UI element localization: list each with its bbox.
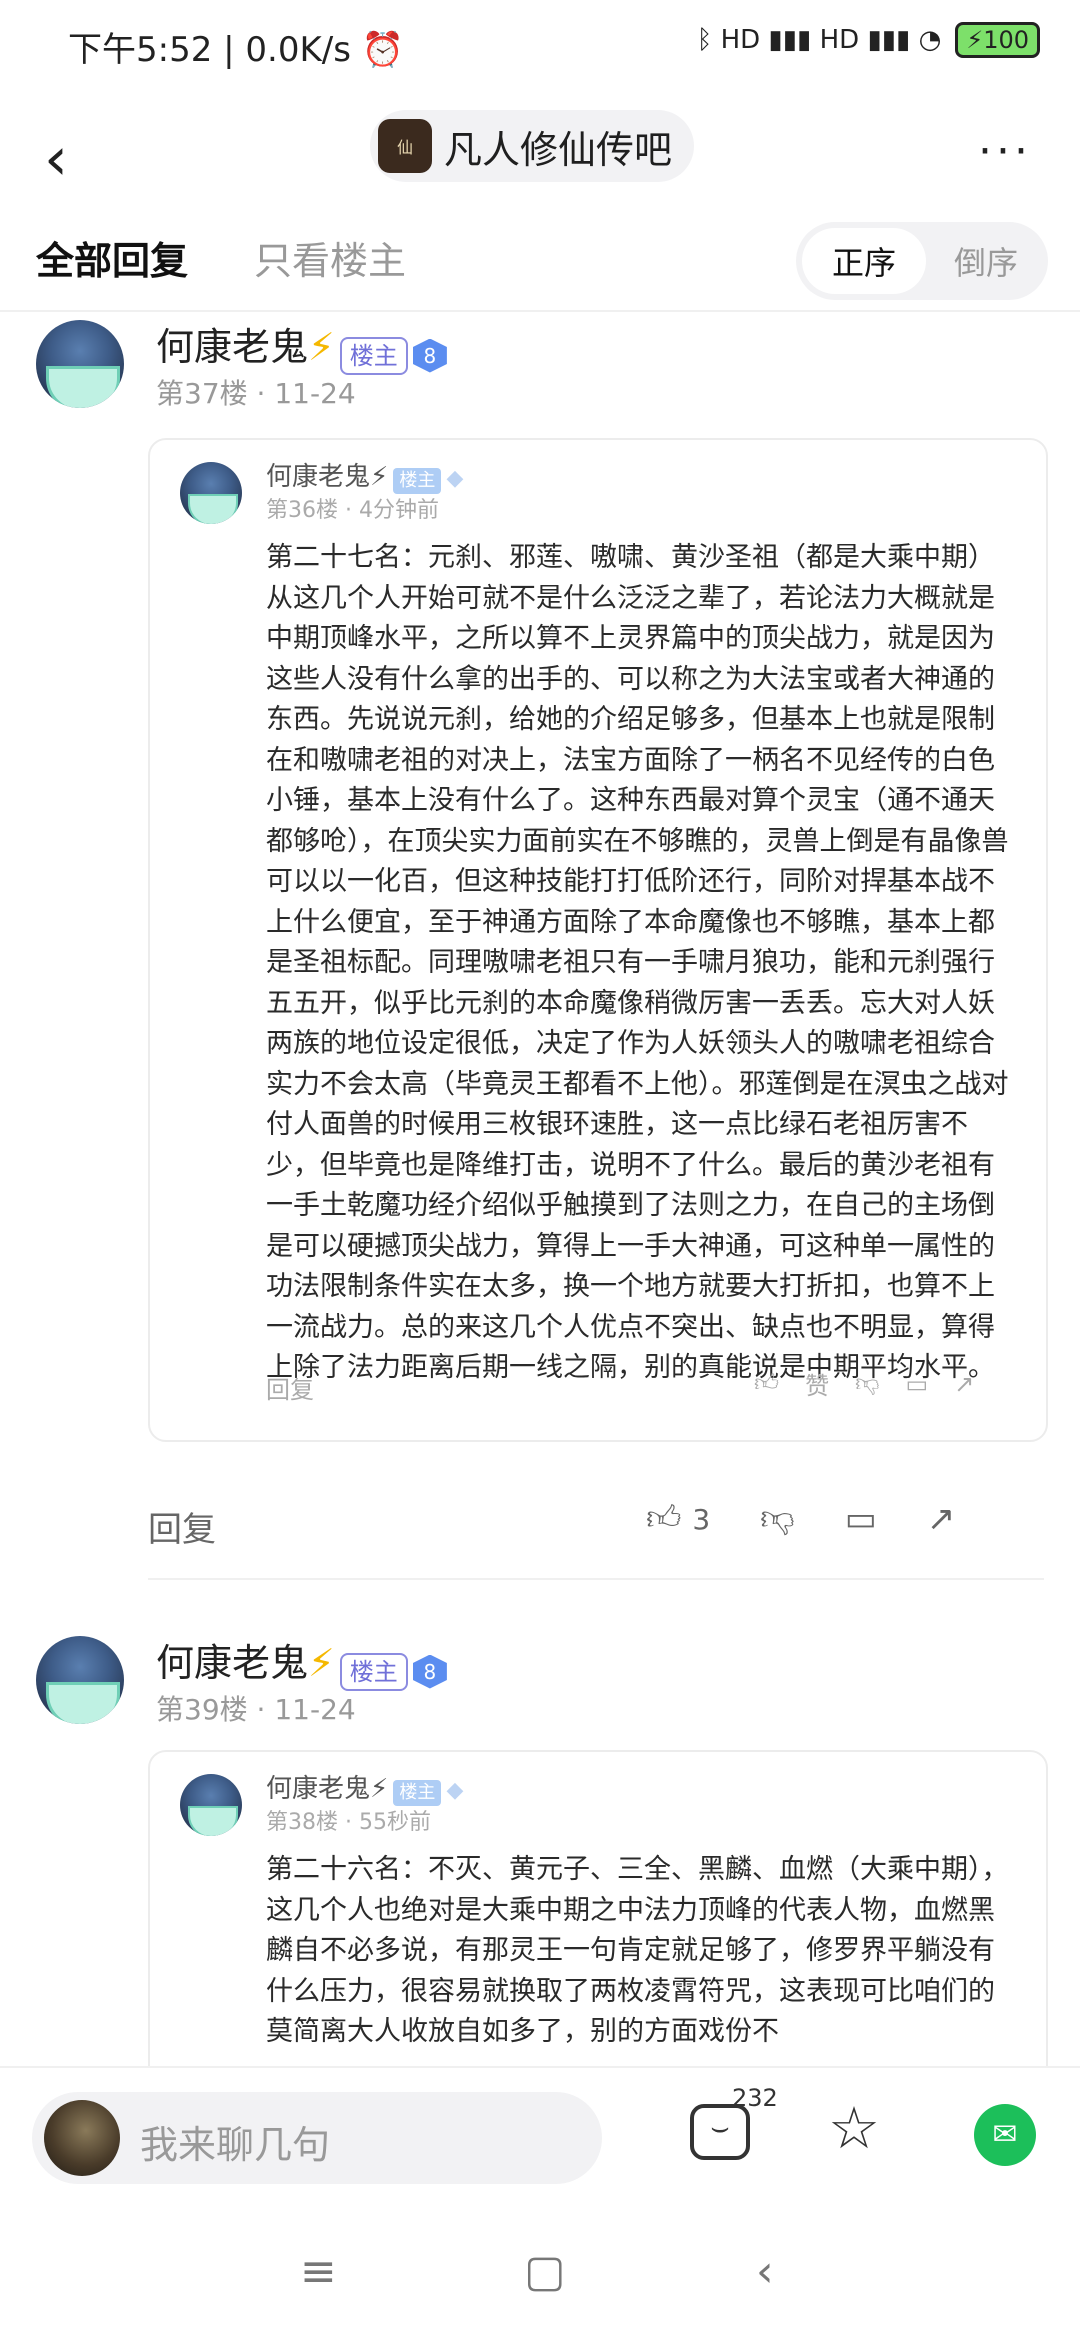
post-date: 11-24 [274, 377, 356, 410]
op-badge: 楼主 [339, 336, 408, 375]
quoted-reply[interactable]: 何康老鬼⚡ 楼主 ◆ 第38楼 · 55秒前 第二十六名：不灭、黄元子、三全、黑… [148, 1750, 1048, 2066]
quote-avatar[interactable] [180, 1774, 242, 1836]
quote-meta: 第38楼 · 55秒前 [266, 1810, 431, 1835]
username[interactable]: 何康老鬼 [156, 1641, 308, 1685]
comment-placeholder: 我来聊几句 [140, 2123, 331, 2167]
quoted-reply[interactable]: 何康老鬼⚡ 楼主 ◆ 第36楼 · 4分钟前 第二十七名：元刹、邪莲、嗷啸、黄沙… [148, 438, 1048, 1442]
thumb-down-icon[interactable]: 👎︎ [760, 1498, 795, 1539]
share-icon[interactable]: ↗ [954, 1370, 974, 1398]
thumb-down-icon[interactable]: 👎︎ [855, 1369, 879, 1398]
floor-number: 第39楼 [156, 1693, 248, 1726]
tab-op-only[interactable]: 只看楼主 [254, 230, 406, 285]
signal-icons: ᛒ HD ▮▮▮ HD ▮▮▮ ◔ [696, 25, 942, 55]
lightning-icon: ⚡ [370, 1774, 389, 1804]
quote-text: 第二十六名：不灭、黄元子、三全、黑麟、血燃（大乘中期），这几个人也绝对是大乘中期… [266, 1854, 1009, 2047]
tab-all-replies[interactable]: 全部回复 [36, 230, 188, 285]
quote-avatar[interactable] [180, 462, 242, 524]
comment-input[interactable]: 我来聊几句 [32, 2092, 602, 2184]
like-count: 3 [692, 1503, 711, 1536]
forum-name: 凡人修仙传吧 [444, 127, 673, 172]
menu-icon[interactable]: ≡ [300, 2246, 337, 2297]
lightning-icon: ⚡ [308, 1641, 335, 1685]
quote-username[interactable]: 何康老鬼 [266, 462, 370, 492]
quote-text: 第二十七名：元刹、邪莲、嗷啸、黄沙圣祖（都是大乘中期）从这几个人开始可就不是什么… [266, 542, 1009, 1383]
level-badge: 8 [412, 1654, 447, 1689]
battery-level: 100 [983, 26, 1029, 54]
home-icon[interactable]: ▢ [524, 2246, 566, 2297]
sort-toggle: 正序 倒序 [796, 222, 1048, 300]
status-time: 下午5:52 | 0.0K/s ⏰ [68, 22, 404, 71]
divider [148, 1578, 1044, 1580]
favorite-star-icon[interactable]: ☆ [828, 2094, 880, 2162]
quote-reply-link[interactable]: 回复 [266, 1370, 314, 1405]
comment-icon[interactable]: ▭ [845, 1499, 877, 1539]
forum-logo: 仙 [378, 119, 432, 173]
post-floor-37: 何康老鬼⚡ 楼主 8 第37楼 · 11-24 何康老鬼⚡ 楼主 ◆ 第36楼 … [0, 312, 1080, 1582]
system-nav-bar: ≡ ▢ ‹ [0, 2216, 1080, 2340]
reply-button[interactable]: 回复 [148, 1502, 216, 1551]
comment-count: 232 [732, 2084, 778, 2112]
sort-asc-button[interactable]: 正序 [802, 228, 926, 294]
gem-icon: ◆ [446, 466, 464, 491]
post-meta: 第37楼 · 11-24 [156, 377, 356, 410]
back-nav-icon[interactable]: ‹ [756, 2246, 774, 2297]
bottom-input-bar: 我来聊几句 ⌣ 232 ☆ ✉ [0, 2066, 1080, 2218]
reply-filter-bar: 全部回复 只看楼主 正序 倒序 [0, 210, 1080, 312]
status-icons: ᛒ HD ▮▮▮ HD ▮▮▮ ◔ ⚡100 [697, 22, 1040, 58]
avatar[interactable] [36, 320, 124, 408]
quote-op-badge: 楼主 [393, 1779, 442, 1806]
quote-header: 何康老鬼⚡ 楼主 ◆ [266, 1768, 463, 1806]
thumb-up-icon[interactable]: 👍︎ [754, 1369, 779, 1398]
quote-actions: 👍︎ 赞 👎︎ ▭ ↗ [754, 1366, 974, 1401]
battery-icon: ⚡100 [955, 22, 1040, 58]
quote-meta: 第36楼 · 4分钟前 [266, 498, 439, 523]
comment-icon[interactable]: ⌣ [690, 2104, 750, 2160]
level-badge: 8 [412, 338, 447, 373]
post-header: 何康老鬼⚡ 楼主 8 [156, 316, 447, 375]
sort-desc-button[interactable]: 倒序 [930, 228, 1042, 294]
lightning-icon: ⚡ [308, 325, 335, 369]
post-floor-39: 何康老鬼⚡ 楼主 8 第39楼 · 11-24 何康老鬼⚡ 楼主 ◆ 第38楼 … [0, 1628, 1080, 2066]
wechat-share-icon[interactable]: ✉ [974, 2104, 1036, 2166]
post-header: 何康老鬼⚡ 楼主 8 [156, 1632, 447, 1691]
alarm-icon: ⏰ [361, 30, 405, 70]
lightning-icon: ⚡ [370, 462, 389, 492]
forum-title-pill[interactable]: 仙 凡人修仙传吧 [370, 110, 695, 182]
quote-header: 何康老鬼⚡ 楼主 ◆ [266, 456, 463, 494]
username[interactable]: 何康老鬼 [156, 325, 308, 369]
floor-number: 第37楼 [156, 377, 248, 410]
thumb-up-icon[interactable]: 👍︎ 3 [646, 1498, 710, 1539]
top-bar: ‹ 仙 凡人修仙传吧 ··· [0, 90, 1080, 230]
quote-time: 55秒前 [358, 1810, 431, 1835]
quote-floor: 第38楼 [266, 1810, 338, 1835]
status-bar: 下午5:52 | 0.0K/s ⏰ ᛒ HD ▮▮▮ HD ▮▮▮ ◔ ⚡100 [0, 0, 1080, 90]
back-icon[interactable]: ‹ [44, 114, 104, 204]
post-date: 11-24 [274, 1693, 356, 1726]
more-icon[interactable]: ··· [978, 126, 1032, 177]
my-avatar [44, 2100, 120, 2176]
post-meta: 第39楼 · 11-24 [156, 1693, 356, 1726]
gem-icon: ◆ [446, 1778, 464, 1803]
post-actions: 👍︎ 3 👎︎ ▭ ↗ [646, 1498, 955, 1539]
quote-time: 4分钟前 [358, 498, 439, 523]
op-badge: 楼主 [339, 1652, 408, 1691]
quote-floor: 第36楼 [266, 498, 338, 523]
like-label: 赞 [805, 1372, 830, 1400]
comment-icon[interactable]: ▭ [905, 1370, 928, 1398]
avatar[interactable] [36, 1636, 124, 1724]
quote-username[interactable]: 何康老鬼 [266, 1774, 370, 1804]
share-icon[interactable]: ↗ [927, 1499, 956, 1539]
status-time-text: 下午5:52 | 0.0K/s [68, 30, 351, 70]
quote-op-badge: 楼主 [393, 467, 442, 494]
